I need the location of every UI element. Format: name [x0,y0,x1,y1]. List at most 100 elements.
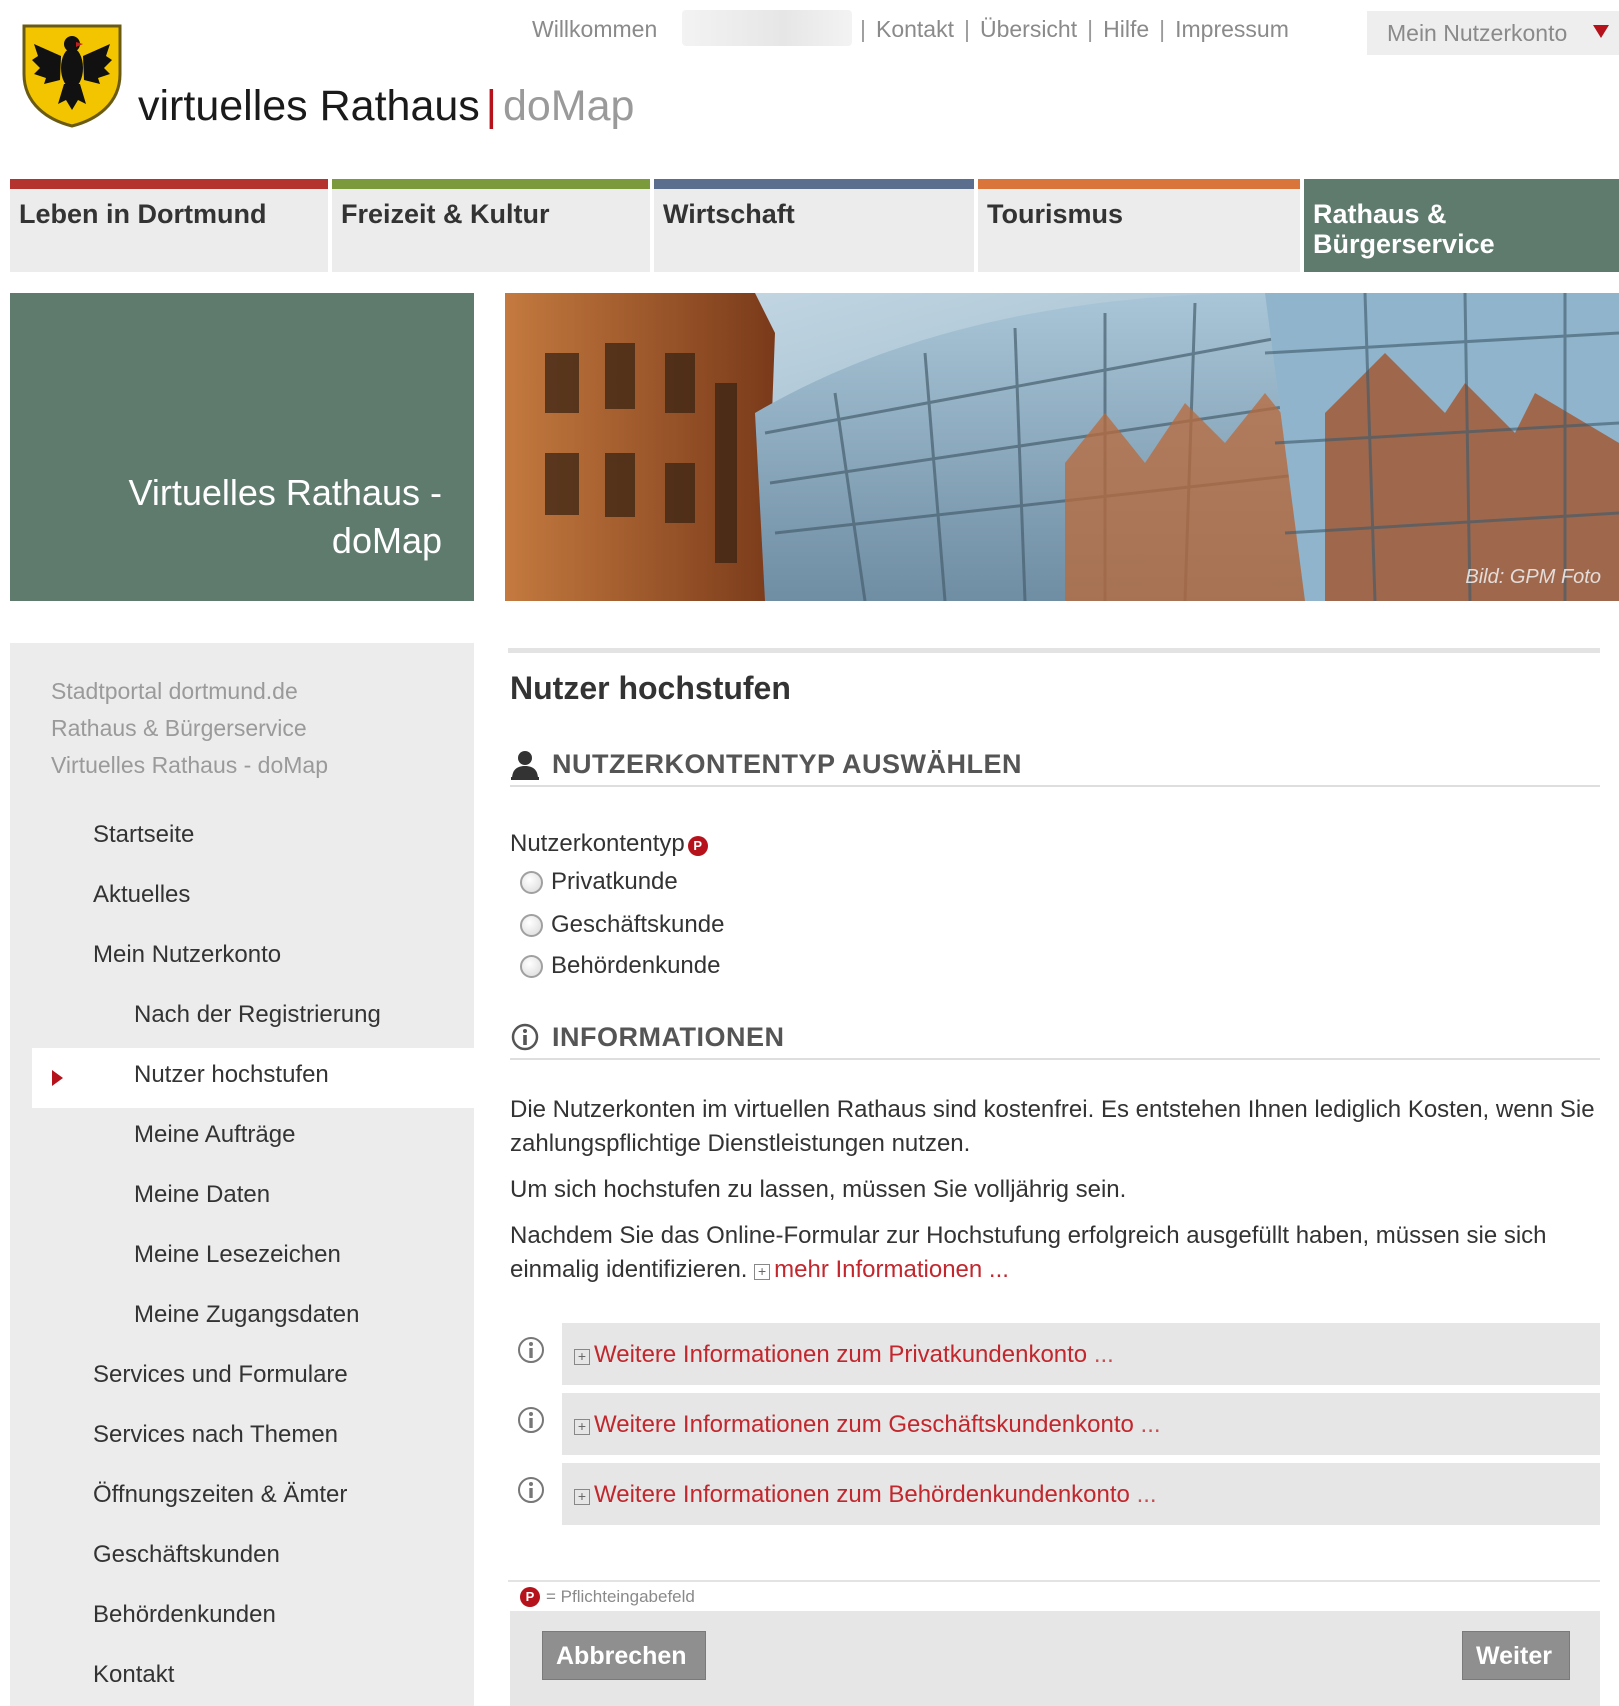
hero-title: Virtuelles Rathaus - doMap [128,472,443,561]
sidebar-item-mein-nutzerkonto[interactable]: Mein Nutzerkonto [10,928,474,988]
sidebar-item-label: Services nach Themen [93,1421,339,1448]
nav-freizeit-kultur[interactable]: Freizeit & Kultur [332,179,650,272]
sidebar-item-nach-der-registrierung[interactable]: Nach der Registrierung [10,988,474,1048]
sidebar-item-kontakt[interactable]: Kontakt [10,1648,474,1706]
top-link-kontakt[interactable]: Kontakt [876,16,954,43]
welcome-text: Willkommen [532,16,658,42]
sidebar-item-aktuelles[interactable]: Aktuelles [10,868,474,928]
radio-privatkunde[interactable]: Privatkunde [520,868,678,896]
breadcrumb: Stadtportal dortmund.de Rathaus & Bürger… [51,673,328,784]
ellipsis: ... [988,1256,1009,1283]
sidebar-item-services-themen[interactable]: Services nach Themen [10,1408,474,1468]
expand-icon: + [574,1489,590,1505]
sidebar-item-label: Startseite [93,821,195,848]
sidebar-item-label: Öffnungszeiten & Ämter [93,1481,348,1508]
hero-title-box: Virtuelles Rathaus - doMap [10,293,474,601]
expand-icon: + [754,1264,771,1280]
info-paragraph-identify: Nachdem Sie das Online-Formular zur Hoch… [510,1219,1600,1287]
accordion-label: Weitere Informationen zum Privatkundenko… [594,1341,1088,1368]
breadcrumb-item[interactable]: Stadtportal dortmund.de [51,673,328,710]
caret-down-icon [1593,25,1609,38]
top-bar: Willkommen | Kontakt | Übersicht | Hilfe… [0,0,1619,70]
sidebar-item-label: Behördenkunden [93,1601,276,1628]
accordion-label: Weitere Informationen zum Behördenkunden… [594,1481,1130,1508]
page-title: Nutzer hochstufen [510,670,791,706]
sidebar-item-label: Kontakt [93,1661,175,1688]
sidebar-item-label: Meine Aufträge [134,1121,296,1148]
hero-image: Bild: GPM Foto [505,293,1619,601]
city-hall-photo [505,293,1619,601]
accordion-toggle[interactable]: + Weitere Informationen zum Privatkundenk… [562,1323,1600,1385]
user-icon [511,751,539,780]
nav-leben-in-dortmund[interactable]: Leben in Dortmund [10,179,328,272]
top-link-uebersicht[interactable]: Übersicht [980,16,1077,43]
info-text: Nachdem Sie das Online-Formular zur Hoch… [510,1222,1547,1283]
radio-label: Behördenkunde [551,952,721,979]
divider [508,1580,1600,1582]
breadcrumb-item[interactable]: Rathaus & Bürgerservice [51,710,328,747]
brand-title[interactable]: virtuelles Rathaus | doMap [138,82,634,131]
sidebar-item-geschaeftskunden[interactable]: Geschäftskunden [10,1528,474,1588]
sidebar-item-label: Meine Lesezeichen [134,1241,341,1268]
sidebar-item-oeffnungszeiten[interactable]: Öffnungszeiten & Ämter [10,1468,474,1528]
info-icon [511,1023,539,1051]
sidebar-item-label: Mein Nutzerkonto [93,941,282,968]
city-crest-logo[interactable] [20,22,124,133]
info-icon [518,1477,544,1503]
radio-button[interactable] [520,870,543,894]
brand-name: virtuelles Rathaus [138,82,480,130]
nav-wirtschaft[interactable]: Wirtschaft [654,179,974,272]
nav-rathaus-buergerservice[interactable]: Rathaus & Bürgerservice [1304,179,1619,272]
sidebar-item-label: Meine Daten [134,1181,271,1208]
brand-separator: | [485,82,497,130]
top-link-impressum[interactable]: Impressum [1175,16,1289,43]
accordion-behoerdenkunde: + Weitere Informationen zum Behördenkunde… [508,1463,1600,1525]
ellipsis: ... [1136,1481,1157,1508]
sidebar-item-meine-daten[interactable]: Meine Daten [10,1168,474,1228]
sidebar-item-behoerdenkunden[interactable]: Behördenkunden [10,1588,474,1648]
ellipsis: ... [1093,1341,1114,1368]
radio-behoerdenkunde[interactable]: Behördenkunde [520,952,720,980]
required-legend: P = Pflichteingabefeld [520,1587,695,1607]
sidebar-item-label: Services und Formulare [93,1361,348,1388]
sidebar-item-nutzer-hochstufen[interactable]: Nutzer hochstufen [32,1048,474,1108]
top-link-hilfe[interactable]: Hilfe [1103,16,1149,43]
sidebar-item-meine-zugangsdaten[interactable]: Meine Zugangsdaten [10,1288,474,1348]
radio-label: Geschäftskunde [551,911,725,938]
info-paragraph-age: Um sich hochstufen zu lassen, müssen Sie… [510,1176,1127,1203]
sidebar-item-services-formulare[interactable]: Services und Formulare [10,1348,474,1408]
radio-button[interactable] [520,954,543,978]
sidebar-item-meine-auftraege[interactable]: Meine Aufträge [10,1108,474,1168]
info-paragraph-costs: Die Nutzerkonten im virtuellen Rathaus s… [510,1096,1595,1157]
radio-geschaeftskunde[interactable]: Geschäftskunde [520,911,724,939]
cancel-button[interactable]: Abbrechen [542,1631,706,1680]
required-icon: P [520,1587,540,1607]
section-header-account-type: NUTZERKONTENTYP AUSWÄHLEN [510,743,1600,787]
expand-icon: + [574,1349,590,1365]
sidebar-item-meine-lesezeichen[interactable]: Meine Lesezeichen [10,1228,474,1288]
next-button[interactable]: Weiter [1462,1631,1570,1680]
sidebar-item-label: Aktuelles [93,881,191,908]
required-icon: P [687,836,708,856]
form-actions: Abbrechen Weiter [510,1611,1600,1706]
main-navigation: Leben in Dortmund Freizeit & Kultur Wirt… [10,179,1619,272]
radio-button[interactable] [520,913,543,937]
sidebar-item-label: Nutzer hochstufen [134,1061,329,1088]
section-title: INFORMATIONEN [552,1022,785,1052]
required-legend-text: = Pflichteingabefeld [546,1587,695,1606]
sidebar-item-startseite[interactable]: Startseite [10,808,474,868]
account-menu-button[interactable]: Mein Nutzerkonto [1367,11,1619,55]
sidebar-item-label: Geschäftskunden [93,1541,280,1568]
accordion-toggle[interactable]: + Weitere Informationen zum Behördenkunde… [562,1463,1600,1525]
more-info-link[interactable]: mehr Informationen [774,1256,982,1283]
nav-tourismus[interactable]: Tourismus [978,179,1300,272]
eagle-crest-icon [22,24,122,128]
section-header-info: INFORMATIONEN [510,1016,1600,1060]
top-links: | Kontakt | Übersicht | Hilfe | Impressu… [860,16,1289,43]
ellipsis: ... [1140,1411,1161,1438]
breadcrumb-item[interactable]: Virtuelles Rathaus - doMap [51,747,328,784]
expand-icon: + [574,1419,590,1435]
accordion-toggle[interactable]: + Weitere Informationen zum Geschäftskund… [562,1393,1600,1455]
section-title: NUTZERKONTENTYP AUSWÄHLEN [552,749,1022,779]
brand-sub: doMap [502,82,635,130]
